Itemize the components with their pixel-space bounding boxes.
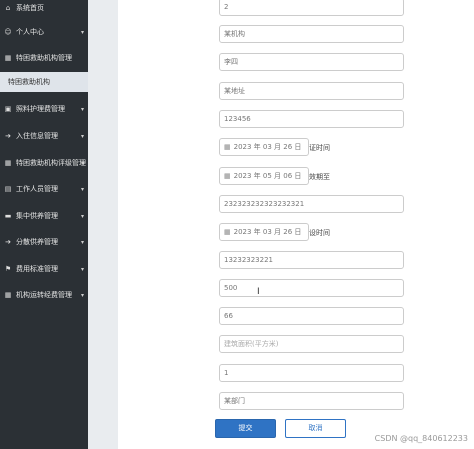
field-value: 13232323221	[224, 256, 273, 264]
sidebar-item-label: 分散供养管理	[16, 238, 58, 246]
field-value: 2	[224, 3, 229, 11]
grid-icon: ▦	[4, 159, 12, 167]
chevron-down-icon: ▾	[80, 132, 84, 140]
login-icon: ➔	[5, 238, 11, 246]
form-row: 部门名称某部门	[118, 392, 474, 412]
document-icon: ▤	[4, 185, 12, 193]
sidebar-item[interactable]: ▤ 工作人员管理 ▾	[0, 179, 88, 199]
date-input[interactable]: ▦ 2023 年 03 月 26 日	[219, 138, 309, 156]
sidebar-item-label: 特困救助机构管理	[16, 54, 72, 62]
sidebar-subitem[interactable]: 特困救助机构	[0, 72, 88, 92]
form-row: 部门账号1	[118, 364, 474, 384]
sidebar-item-label: 费用标准管理	[16, 265, 58, 273]
sidebar-item[interactable]: ▦ 特困救助机构管理	[0, 48, 88, 68]
sidebar-item[interactable]: ▬ 集中供养管理 ▾	[0, 206, 88, 226]
field-value: 500	[224, 284, 238, 292]
sidebar-item[interactable]: ⌂ 系统首页	[0, 0, 88, 18]
field-value: 李四	[224, 58, 238, 66]
sidebar-item[interactable]: ▦ 特困救助机构评级管理 ▾	[0, 153, 88, 173]
form-row: 组织机构代码123456	[118, 110, 474, 130]
text-input[interactable]: 232323232323232321	[219, 195, 404, 213]
login-icon: ➔	[5, 132, 11, 140]
cancel-button[interactable]: 取消	[285, 419, 346, 438]
text-input[interactable]: 13232323221	[219, 251, 404, 269]
chevron-down-icon: ▾	[80, 291, 84, 299]
form-row: *密码2	[118, 0, 474, 18]
sidebar-item[interactable]: ☺ 个人中心 ▾	[0, 22, 88, 42]
sidebar-item[interactable]: ➔ 分散供养管理 ▾	[0, 232, 88, 252]
field-value: 66	[224, 312, 233, 320]
form-row: 机构地址某地址	[118, 82, 474, 102]
sidebar-item-label: 系统首页	[16, 4, 44, 12]
sidebar-item-label: 特困救助机构	[8, 78, 50, 86]
text-input[interactable]: 某机构	[219, 25, 404, 43]
calendar-icon: ▦	[224, 143, 231, 151]
chevron-down-icon: ▾	[80, 159, 84, 167]
truck-icon: ▬	[4, 212, 12, 220]
text-input[interactable]: 某部门	[219, 392, 404, 410]
field-value: 某机构	[224, 30, 245, 38]
watermark: CSDN @qq_840612233	[374, 434, 468, 443]
grid-icon: ▦	[4, 291, 12, 299]
field-value: 某地址	[224, 87, 245, 95]
form-row: *机构名称某机构	[118, 25, 474, 45]
flag-icon: ⚑	[4, 265, 12, 273]
date-input[interactable]: ▦ 2023 年 05 月 06 日	[219, 167, 309, 185]
calendar-icon: ▦	[224, 228, 231, 236]
sidebar-item-label: 机构运转经费管理	[16, 291, 72, 299]
form-row: 有效期至 ▦ 2023 年 05 月 06 日	[118, 167, 474, 187]
form-row: 建设时间 ▦ 2023 年 03 月 26 日	[118, 223, 474, 243]
form-row: 法人代表身份证号232323232323232321	[118, 195, 474, 215]
field-value: 2023 年 03 月 26 日	[233, 143, 302, 151]
person-icon: ☺	[4, 28, 12, 36]
field-value: 建筑面积(平方米)	[224, 340, 279, 348]
chevron-down-icon: ▾	[80, 105, 84, 113]
text-input[interactable]: 500	[219, 279, 404, 297]
sidebar-item-label: 入住信息管理	[16, 132, 58, 140]
field-value: 2023 年 03 月 26 日	[233, 228, 302, 236]
content-gutter	[88, 0, 118, 449]
field-value: 123456	[224, 115, 251, 123]
text-input[interactable]: 某地址	[219, 82, 404, 100]
sidebar-item[interactable]: ⚑ 费用标准管理 ▾	[0, 259, 88, 279]
chevron-down-icon: ▾	[80, 212, 84, 220]
field-value: 2023 年 05 月 06 日	[233, 172, 302, 180]
text-cursor-icon: I	[257, 287, 260, 297]
text-input[interactable]: 李四	[219, 53, 404, 71]
chevron-down-icon: ▾	[80, 265, 84, 273]
home-icon: ⌂	[5, 4, 11, 12]
form-panel: 提交 取消 *密码2 *机构名称某机构 *机构法人李四机构地址某地址组织机构代码12…	[118, 0, 474, 449]
bookmark-icon: ▣	[4, 105, 12, 113]
form-row: 注册资金(万元)500	[118, 279, 474, 299]
text-input[interactable]: 123456	[219, 110, 404, 128]
sidebar-item[interactable]: ➔ 入住信息管理 ▾	[0, 126, 88, 146]
form-row: 占地面积(平方米)66	[118, 307, 474, 327]
sidebar-item[interactable]: ▦ 机构运转经费管理 ▾	[0, 285, 88, 305]
sidebar-item-label: 照料护理费管理	[16, 105, 65, 113]
field-value: 1	[224, 369, 229, 377]
text-input[interactable]: 1	[219, 364, 404, 382]
sidebar-item-label: 工作人员管理	[16, 185, 58, 193]
form-row: 发证时间 ▦ 2023 年 03 月 26 日	[118, 138, 474, 158]
chevron-down-icon: ▾	[80, 28, 84, 36]
chevron-down-icon: ▾	[80, 238, 84, 246]
text-input[interactable]: 建筑面积(平方米)	[219, 335, 404, 353]
sidebar-nav: ⌂ 系统首页 ☺ 个人中心 ▾ ▦ 特困救助机构管理特困救助机构 ▣ 照料护理费管理 ▾ ➔ 入住信息…	[0, 0, 88, 449]
date-input[interactable]: ▦ 2023 年 03 月 26 日	[219, 223, 309, 241]
form-row: 建筑面积(平方米)建筑面积(平方米)	[118, 335, 474, 355]
chevron-down-icon: ▾	[80, 185, 84, 193]
text-input[interactable]: 66	[219, 307, 404, 325]
field-value: 某部门	[224, 397, 245, 405]
form-row: *机构法人李四	[118, 53, 474, 73]
field-value: 232323232323232321	[224, 200, 305, 208]
sidebar-item-label: 特困救助机构评级管理	[16, 159, 86, 167]
sidebar-item-label: 集中供养管理	[16, 212, 58, 220]
submit-button[interactable]: 提交	[215, 419, 276, 438]
calendar-icon: ▦	[224, 172, 231, 180]
text-input[interactable]: 2	[219, 0, 404, 16]
form-row: 联系方式13232323221	[118, 251, 474, 271]
sidebar-item[interactable]: ▣ 照料护理费管理 ▾	[0, 99, 88, 119]
sidebar-item-label: 个人中心	[16, 28, 44, 36]
grid-icon: ▦	[4, 54, 12, 62]
